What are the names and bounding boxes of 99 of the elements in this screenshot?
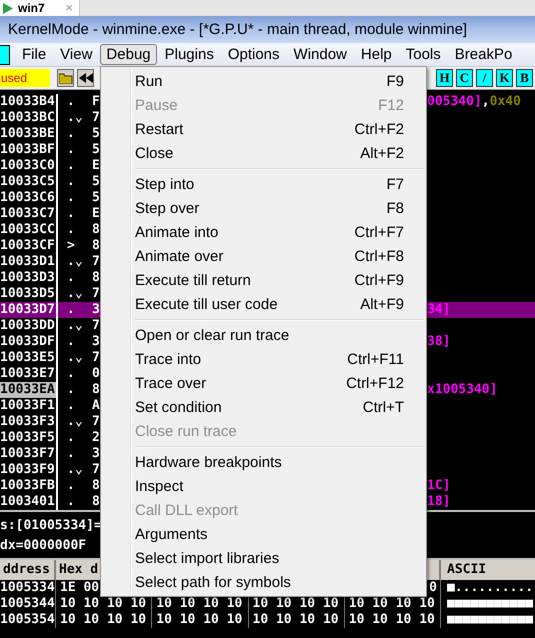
hex-cell: 10 10 10 10 bbox=[344, 612, 441, 628]
comment-text: 0x40 bbox=[490, 94, 521, 109]
jump-mark: . bbox=[66, 94, 76, 110]
hex-cell: F bbox=[91, 94, 100, 110]
address-cell: 10033BE bbox=[0, 126, 58, 142]
address-cell: 10033DF bbox=[0, 334, 58, 350]
jump-mark: . bbox=[66, 382, 76, 398]
comment-text: 005340] bbox=[427, 94, 482, 109]
jump-mark: . bbox=[66, 334, 76, 350]
jump-mark: . bbox=[66, 494, 76, 510]
comment-text: 38] bbox=[427, 334, 450, 349]
address-cell: 10033EA bbox=[0, 382, 58, 398]
jump-mark: . bbox=[66, 222, 76, 238]
jump-mark: . bbox=[66, 446, 76, 462]
address-cell: 10033C6 bbox=[0, 190, 58, 206]
address-cell: 10033C0 bbox=[0, 158, 58, 174]
hex-cell: 8 bbox=[91, 222, 100, 238]
hex-cell: 8 bbox=[91, 494, 100, 510]
info-line: s:[01005334]= bbox=[0, 517, 102, 535]
address-cell: 10033BC bbox=[0, 110, 58, 126]
address-cell: 10033E5 bbox=[0, 350, 58, 366]
jump-mark: .⌄ bbox=[66, 110, 84, 126]
address-cell: 10033D1 bbox=[0, 254, 58, 270]
jump-mark: .⌄ bbox=[66, 286, 84, 302]
address-cell: 10033DD bbox=[0, 318, 58, 334]
window-title: KernelMode - winmine.exe - [*G.P.U* - main thread, module winmine] bbox=[8, 21, 468, 38]
comment-text: 1C] bbox=[427, 478, 450, 493]
hex-cell: 5 bbox=[91, 142, 100, 158]
hex-cell: 10 10 10 10 bbox=[248, 612, 345, 628]
address-cell: 10033F7 bbox=[0, 446, 58, 462]
status-label: used bbox=[0, 69, 50, 87]
hex-cell: 5 bbox=[91, 190, 100, 206]
jump-mark: . bbox=[66, 398, 76, 414]
ascii-cell-text: ■■■■■■■■■■■ bbox=[446, 612, 534, 628]
hex-cell: 7 bbox=[91, 254, 100, 270]
jump-mark: . bbox=[66, 126, 76, 142]
jump-mark: .⌄ bbox=[66, 414, 84, 430]
jump-mark: . bbox=[66, 270, 76, 286]
address-cell: 1005354 bbox=[0, 612, 56, 628]
jump-mark: . bbox=[66, 142, 76, 158]
hex-cell: 7 bbox=[91, 462, 100, 478]
address-cell: 10033F1 bbox=[0, 398, 58, 414]
jump-mark: . bbox=[66, 158, 76, 174]
comment-text: x1005340] bbox=[427, 382, 498, 397]
jump-mark: .⌄ bbox=[66, 254, 84, 270]
address-cell: 10033D3 bbox=[0, 270, 58, 286]
hex-cell: 7 bbox=[91, 318, 100, 334]
info-line: dx=0000000F bbox=[0, 537, 86, 555]
hex-cell: 7 bbox=[91, 414, 100, 430]
hex-cell: 7 bbox=[91, 350, 100, 366]
address-cell: 10033CC bbox=[0, 222, 58, 238]
hex-cell: 0 bbox=[91, 366, 100, 382]
address-cell: 10033BF bbox=[0, 142, 58, 158]
address-cell: 10033F9 bbox=[0, 462, 58, 478]
jump-mark: . bbox=[66, 430, 76, 446]
hex-cell: 3 bbox=[91, 302, 100, 318]
hex-cell: 8 bbox=[91, 238, 100, 254]
jump-mark: . bbox=[66, 174, 76, 190]
address-cell: 10033FB bbox=[0, 478, 58, 494]
address-cell: 10033B4 bbox=[0, 94, 58, 110]
jump-mark: . bbox=[66, 366, 76, 382]
hex-cell: 7 bbox=[91, 110, 100, 126]
hex-cell: 10 10 10 10 bbox=[56, 612, 152, 628]
hex-cell: 5 bbox=[91, 126, 100, 142]
hex-cell: 8 bbox=[91, 382, 100, 398]
address-cell: 1005344 bbox=[0, 596, 56, 612]
ascii-cell-text: ■■■■■■■■■■■ bbox=[446, 596, 534, 612]
address-cell: 10033C7 bbox=[0, 206, 58, 222]
address-cell: 10033CF bbox=[0, 238, 58, 254]
hex-cell: 2 bbox=[91, 430, 100, 446]
jump-mark: .⌄ bbox=[66, 350, 84, 366]
hex-cell: E bbox=[91, 206, 100, 222]
hex-cell: E bbox=[91, 158, 100, 174]
hex-cell: A bbox=[91, 398, 100, 414]
ascii-cell-text: ■.......... bbox=[446, 580, 534, 596]
comment-text: 18] bbox=[427, 494, 450, 509]
jump-mark: . bbox=[66, 302, 76, 318]
address-cell: 1003401 bbox=[0, 494, 58, 510]
address-cell: 10033C5 bbox=[0, 174, 58, 190]
jump-mark: .⌄ bbox=[66, 318, 84, 334]
jump-mark: . bbox=[66, 478, 76, 494]
comment-text: 34] bbox=[427, 302, 450, 317]
hex-cell: 8 bbox=[91, 270, 100, 286]
address-cell: 10033F3 bbox=[0, 414, 58, 430]
hex-cell: 10 10 10 10 bbox=[152, 612, 248, 628]
hex-cell: 3 bbox=[91, 334, 100, 350]
jump-mark: > bbox=[66, 238, 76, 254]
hex-cell: 8 bbox=[91, 478, 100, 494]
address-cell: 1005334 bbox=[0, 580, 56, 596]
address-cell: 10033F5 bbox=[0, 430, 58, 446]
hex-cell: 7 bbox=[91, 286, 100, 302]
address-cell: 10033D7 bbox=[0, 302, 58, 318]
jump-mark: . bbox=[66, 190, 76, 206]
jump-mark: . bbox=[66, 206, 76, 222]
jump-mark: .⌄ bbox=[66, 462, 84, 478]
tab-label: win7 bbox=[18, 1, 45, 15]
hex-cell: 3 bbox=[91, 446, 100, 462]
comment-text: , bbox=[482, 94, 490, 109]
hex-cell: 5 bbox=[91, 174, 100, 190]
